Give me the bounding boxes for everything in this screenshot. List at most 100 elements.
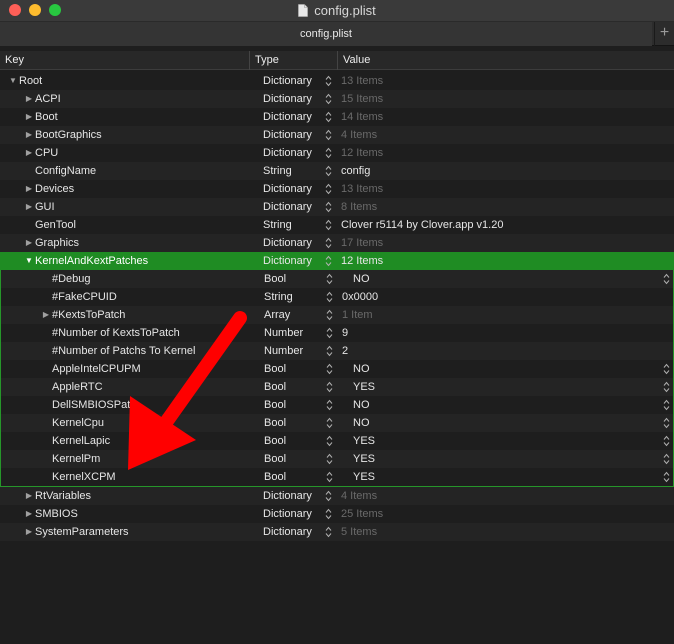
- row-type[interactable]: Bool: [264, 432, 334, 450]
- row-value[interactable]: 15 Items: [341, 90, 383, 108]
- row-type[interactable]: Bool: [264, 378, 334, 396]
- outline-row[interactable]: ▶ BootGraphics Dictionary 4 Items: [0, 126, 674, 144]
- value-stepper-icon[interactable]: [663, 381, 670, 393]
- row-value[interactable]: NO: [353, 414, 370, 432]
- type-stepper-icon[interactable]: [325, 526, 332, 538]
- disclosure-closed-icon[interactable]: ▶: [24, 108, 34, 126]
- disclosure-closed-icon[interactable]: ▶: [24, 90, 34, 108]
- row-type[interactable]: Dictionary: [263, 234, 333, 252]
- row-value[interactable]: 4 Items: [341, 126, 377, 144]
- row-type[interactable]: Bool: [264, 270, 334, 288]
- add-tab-button[interactable]: +: [654, 22, 674, 46]
- type-stepper-icon[interactable]: [325, 219, 332, 231]
- row-value[interactable]: 2: [342, 342, 348, 360]
- outline-row[interactable]: GenTool String Clover r5114 by Clover.app …: [0, 216, 674, 234]
- row-value[interactable]: 12 Items: [341, 252, 383, 270]
- row-value[interactable]: YES: [353, 450, 375, 468]
- disclosure-closed-icon[interactable]: ▶: [24, 234, 34, 252]
- row-type[interactable]: Dictionary: [263, 505, 333, 523]
- disclosure-closed-icon[interactable]: ▶: [24, 180, 34, 198]
- type-stepper-icon[interactable]: [326, 381, 333, 393]
- disclosure-closed-icon[interactable]: ▶: [24, 523, 34, 541]
- value-stepper-icon[interactable]: [663, 273, 670, 285]
- row-value[interactable]: 17 Items: [341, 234, 383, 252]
- type-stepper-icon[interactable]: [325, 111, 332, 123]
- type-stepper-icon[interactable]: [325, 201, 332, 213]
- row-type[interactable]: String: [263, 162, 333, 180]
- outline-row[interactable]: ▶ SystemParameters Dictionary 5 Items: [0, 523, 674, 541]
- value-stepper-icon[interactable]: [663, 435, 670, 447]
- row-type[interactable]: Bool: [264, 468, 334, 486]
- row-value[interactable]: Clover r5114 by Clover.app v1.20: [341, 216, 503, 234]
- row-type[interactable]: Number: [264, 324, 334, 342]
- outline-row[interactable]: ▼ KernelAndKextPatches Dictionary 12 Items: [0, 252, 674, 270]
- row-type[interactable]: Bool: [264, 450, 334, 468]
- row-type[interactable]: Dictionary: [263, 487, 333, 505]
- row-type[interactable]: Dictionary: [263, 126, 333, 144]
- outline-row[interactable]: KernelCpu Bool NO: [1, 414, 673, 432]
- type-stepper-icon[interactable]: [326, 453, 333, 465]
- row-type[interactable]: String: [264, 288, 334, 306]
- column-header-type[interactable]: Type: [250, 51, 338, 70]
- value-stepper-icon[interactable]: [663, 417, 670, 429]
- row-type[interactable]: Bool: [264, 360, 334, 378]
- outline-row[interactable]: KernelPm Bool YES: [1, 450, 673, 468]
- type-stepper-icon[interactable]: [325, 129, 332, 141]
- type-stepper-icon[interactable]: [326, 399, 333, 411]
- value-stepper-icon[interactable]: [663, 363, 670, 375]
- row-value[interactable]: 14 Items: [341, 108, 383, 126]
- row-value[interactable]: YES: [353, 432, 375, 450]
- outline-row[interactable]: #Number of Patchs To Kernel Number 2: [1, 342, 673, 360]
- row-type[interactable]: String: [263, 216, 333, 234]
- row-value[interactable]: 4 Items: [341, 487, 377, 505]
- outline-row[interactable]: DellSMBIOSPatc Bool NO: [1, 396, 673, 414]
- row-type[interactable]: Number: [264, 342, 334, 360]
- row-value[interactable]: 1 Item: [342, 306, 373, 324]
- outline-row[interactable]: ▶ #KextsToPatch Array 1 Item: [1, 306, 673, 324]
- type-stepper-icon[interactable]: [326, 363, 333, 375]
- type-stepper-icon[interactable]: [325, 183, 332, 195]
- value-stepper-icon[interactable]: [663, 453, 670, 465]
- row-value[interactable]: 12 Items: [341, 144, 383, 162]
- outline-row[interactable]: ▶ Graphics Dictionary 17 Items: [0, 234, 674, 252]
- column-header-value[interactable]: Value: [338, 51, 674, 70]
- tab-config-plist[interactable]: config.plist: [0, 22, 652, 46]
- row-value[interactable]: NO: [353, 270, 370, 288]
- type-stepper-icon[interactable]: [325, 508, 332, 520]
- outline-row[interactable]: ▶ ACPI Dictionary 15 Items: [0, 90, 674, 108]
- value-stepper-icon[interactable]: [663, 399, 670, 411]
- outline-row[interactable]: AppleRTC Bool YES: [1, 378, 673, 396]
- type-stepper-icon[interactable]: [326, 309, 333, 321]
- disclosure-closed-icon[interactable]: ▶: [41, 306, 51, 324]
- row-value[interactable]: 25 Items: [341, 505, 383, 523]
- type-stepper-icon[interactable]: [325, 237, 332, 249]
- row-type[interactable]: Dictionary: [263, 108, 333, 126]
- type-stepper-icon[interactable]: [326, 435, 333, 447]
- type-stepper-icon[interactable]: [326, 327, 333, 339]
- row-type[interactable]: Bool: [264, 396, 334, 414]
- disclosure-closed-icon[interactable]: ▶: [24, 487, 34, 505]
- row-type[interactable]: Dictionary: [263, 144, 333, 162]
- type-stepper-icon[interactable]: [326, 417, 333, 429]
- row-type[interactable]: Array: [264, 306, 334, 324]
- disclosure-open-icon[interactable]: ▼: [24, 252, 34, 270]
- outline-row[interactable]: ▶ RtVariables Dictionary 4 Items: [0, 487, 674, 505]
- row-value[interactable]: YES: [353, 468, 375, 486]
- type-stepper-icon[interactable]: [326, 291, 333, 303]
- type-stepper-icon[interactable]: [325, 490, 332, 502]
- row-value[interactable]: config: [341, 162, 370, 180]
- type-stepper-icon[interactable]: [325, 255, 332, 267]
- outline-row[interactable]: ▶ CPU Dictionary 12 Items: [0, 144, 674, 162]
- type-stepper-icon[interactable]: [325, 75, 332, 87]
- type-stepper-icon[interactable]: [326, 471, 333, 483]
- row-type[interactable]: Dictionary: [263, 252, 333, 270]
- disclosure-closed-icon[interactable]: ▶: [24, 505, 34, 523]
- row-value[interactable]: 8 Items: [341, 198, 377, 216]
- row-type[interactable]: Dictionary: [263, 180, 333, 198]
- disclosure-closed-icon[interactable]: ▶: [24, 198, 34, 216]
- row-value[interactable]: NO: [353, 360, 370, 378]
- row-type[interactable]: Bool: [264, 414, 334, 432]
- row-value[interactable]: NO: [353, 396, 370, 414]
- outline-row[interactable]: KernelXCPM Bool YES: [1, 468, 673, 486]
- outline-row[interactable]: ▼ Root Dictionary 13 Items: [0, 72, 674, 90]
